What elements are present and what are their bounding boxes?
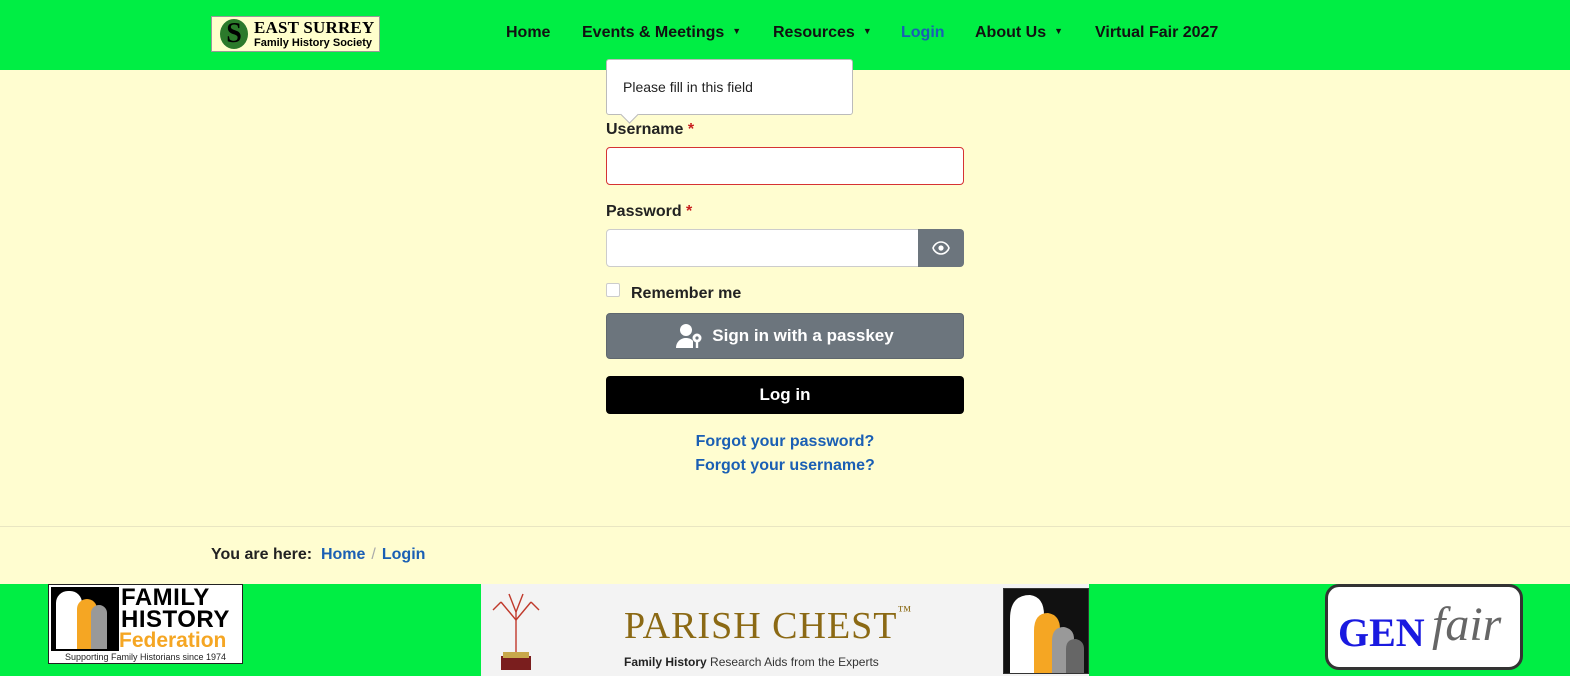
- breadcrumb: You are here: Home / Login: [211, 546, 425, 564]
- genfair-fair-text: fair: [1432, 598, 1502, 651]
- remember-me-checkbox[interactable]: [606, 283, 620, 297]
- nav-about-us[interactable]: About Us ▼: [975, 22, 1063, 44]
- passkey-signin-button[interactable]: Sign in with a passkey: [606, 313, 964, 359]
- nav-login[interactable]: Login: [901, 22, 945, 44]
- forgot-username-link[interactable]: Forgot your username?: [606, 457, 964, 475]
- site-logo[interactable]: S EAST SURREY Family History Society: [211, 16, 380, 52]
- logo-s-icon: S: [220, 19, 248, 49]
- genfair-logo[interactable]: GEN fair: [1325, 584, 1523, 670]
- breadcrumb-home[interactable]: Home: [321, 546, 365, 563]
- login-button-label: Log in: [759, 385, 811, 404]
- forgot-password-link[interactable]: Forgot your password?: [606, 433, 964, 451]
- content-divider: [0, 526, 1570, 527]
- nav-resources[interactable]: Resources ▼: [773, 22, 872, 44]
- nav-home[interactable]: Home: [506, 22, 550, 44]
- logo-line2: Family History Society: [254, 36, 372, 49]
- nav-events-meetings[interactable]: Events & Meetings ▼: [582, 22, 741, 44]
- show-password-button[interactable]: [918, 229, 964, 267]
- parish-chest-subtitle: Family History Research Aids from the Ex…: [624, 655, 879, 669]
- fhf-line2: HISTORY: [121, 606, 230, 633]
- genfair-gen-text: GEN: [1338, 610, 1425, 655]
- parish-chest-title: PARISH CHEST™: [624, 604, 913, 647]
- login-button[interactable]: Log in: [606, 376, 964, 414]
- fhf-tagline: Supporting Family Historians since 1974: [64, 652, 227, 662]
- family-history-federation-logo[interactable]: FAMILY HISTORY Federation Supporting Fam…: [48, 584, 243, 664]
- passkey-button-label: Sign in with a passkey: [712, 326, 894, 345]
- password-input[interactable]: [606, 229, 919, 267]
- tree-icon: [492, 593, 540, 670]
- caret-down-icon: ▼: [1054, 26, 1064, 36]
- fhf-line3: Federation: [119, 629, 227, 652]
- breadcrumb-prefix: You are here:: [211, 546, 313, 563]
- caret-down-icon: ▼: [862, 26, 872, 36]
- remember-me-label[interactable]: Remember me: [631, 285, 741, 303]
- username-input[interactable]: [606, 147, 964, 185]
- username-label: Username *: [606, 121, 695, 138]
- breadcrumb-separator: /: [371, 546, 376, 563]
- nav-virtual-fair[interactable]: Virtual Fair 2027: [1095, 22, 1218, 44]
- eye-icon: [932, 241, 950, 255]
- logo-line1: EAST SURREY: [254, 17, 375, 37]
- user-key-icon: [676, 324, 702, 348]
- faces-icon: [51, 587, 119, 651]
- parish-chest-banner[interactable]: PARISH CHEST™ Family History Research Ai…: [481, 584, 1089, 676]
- password-label: Password *: [606, 203, 693, 220]
- validation-tooltip: Please fill in this field: [606, 59, 853, 115]
- caret-down-icon: ▼: [732, 26, 742, 36]
- breadcrumb-login[interactable]: Login: [382, 546, 426, 563]
- faces-icon: [1003, 588, 1089, 674]
